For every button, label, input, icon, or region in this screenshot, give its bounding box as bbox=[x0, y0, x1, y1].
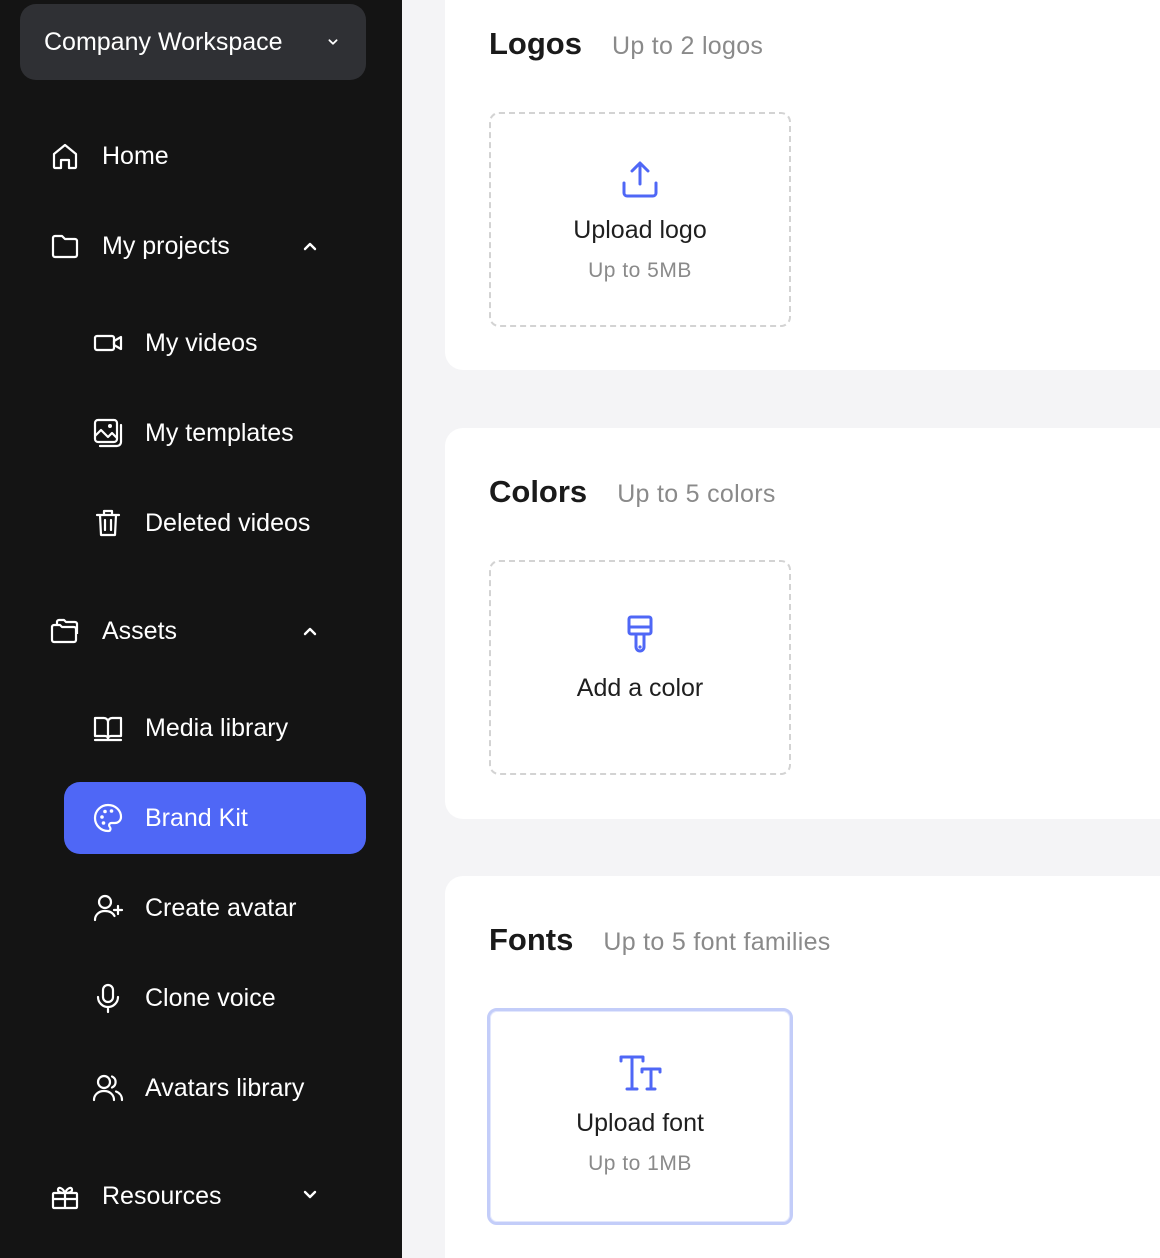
logos-title: Logos bbox=[489, 26, 582, 61]
nav-create-avatar-label: Create avatar bbox=[145, 893, 297, 922]
images-icon bbox=[91, 416, 125, 450]
gift-box-icon bbox=[48, 1179, 82, 1213]
book-icon bbox=[91, 711, 125, 745]
nav-clone-voice[interactable]: Clone voice bbox=[64, 962, 366, 1034]
nav-my-templates-label: My templates bbox=[145, 418, 294, 447]
fonts-title: Fonts bbox=[489, 922, 574, 957]
workspace-switcher[interactable]: Company Workspace bbox=[20, 4, 366, 80]
nav-home-label: Home bbox=[102, 141, 169, 170]
assets-folder-icon bbox=[48, 614, 82, 648]
home-icon bbox=[48, 139, 82, 173]
text-size-icon bbox=[618, 1051, 662, 1095]
colors-subtitle: Up to 5 colors bbox=[617, 480, 776, 508]
nav-brand-kit[interactable]: Brand Kit bbox=[64, 782, 366, 854]
colors-section: Colors Up to 5 colors Add a color bbox=[445, 428, 1160, 819]
workspace-name: Company Workspace bbox=[44, 27, 283, 56]
nav-create-avatar[interactable]: Create avatar bbox=[64, 872, 366, 944]
chevron-down-icon[interactable] bbox=[300, 1184, 320, 1204]
nav-brand-kit-label: Brand Kit bbox=[145, 803, 248, 832]
app: Company Workspace Home My projects My vi… bbox=[0, 0, 1160, 1258]
nav-my-templates[interactable]: My templates bbox=[64, 397, 366, 469]
nav-resources-label: Resources bbox=[102, 1181, 222, 1210]
video-camera-icon bbox=[91, 326, 125, 360]
fonts-section: Fonts Up to 5 font families Upload font … bbox=[445, 876, 1160, 1258]
upload-font-hint: Up to 1MB bbox=[588, 1152, 692, 1175]
add-color-label: Add a color bbox=[576, 674, 704, 702]
nav-my-videos[interactable]: My videos bbox=[64, 307, 366, 379]
palette-icon bbox=[91, 801, 125, 835]
nav-media-library-label: Media library bbox=[145, 713, 289, 742]
upload-font-label: Upload font bbox=[576, 1109, 704, 1137]
colors-header: Colors Up to 5 colors bbox=[489, 474, 776, 510]
nav-avatars-library[interactable]: Avatars library bbox=[64, 1052, 366, 1124]
nav-my-videos-label: My videos bbox=[145, 328, 258, 357]
folder-icon bbox=[48, 229, 82, 263]
nav-deleted-videos[interactable]: Deleted videos bbox=[64, 487, 366, 559]
upload-logo-dropzone[interactable]: Upload logo Up to 5MB bbox=[489, 112, 791, 327]
nav-resources[interactable]: Resources bbox=[48, 1171, 348, 1221]
nav-assets-label: Assets bbox=[102, 616, 178, 645]
colors-title: Colors bbox=[489, 474, 588, 509]
add-color-dropzone[interactable]: Add a color bbox=[489, 560, 791, 775]
sidebar: Company Workspace Home My projects My vi… bbox=[0, 0, 402, 1258]
upload-icon bbox=[618, 158, 662, 202]
user-plus-icon bbox=[91, 891, 125, 925]
nav-home[interactable]: Home bbox=[48, 131, 348, 181]
logos-header: Logos Up to 2 logos bbox=[489, 26, 763, 62]
upload-logo-label: Upload logo bbox=[573, 216, 707, 244]
chevron-up-icon[interactable] bbox=[300, 236, 320, 256]
nav-my-projects-label: My projects bbox=[102, 231, 230, 260]
nav-clone-voice-label: Clone voice bbox=[145, 983, 276, 1012]
upload-font-dropzone[interactable]: Upload font Up to 1MB bbox=[487, 1008, 793, 1225]
trash-icon bbox=[91, 506, 125, 540]
nav-avatars-library-label: Avatars library bbox=[145, 1073, 305, 1102]
nav-deleted-videos-label: Deleted videos bbox=[145, 508, 311, 537]
chevron-down-icon bbox=[324, 33, 342, 51]
logos-section: Logos Up to 2 logos Upload logo Up to 5M… bbox=[445, 0, 1160, 370]
logos-subtitle: Up to 2 logos bbox=[612, 32, 764, 60]
users-icon bbox=[91, 1071, 125, 1105]
fonts-header: Fonts Up to 5 font families bbox=[489, 922, 831, 958]
nav-my-projects[interactable]: My projects bbox=[48, 221, 348, 271]
paint-brush-icon bbox=[618, 614, 662, 658]
nav-media-library[interactable]: Media library bbox=[64, 692, 366, 764]
microphone-icon bbox=[91, 981, 125, 1015]
upload-logo-hint: Up to 5MB bbox=[588, 259, 692, 282]
fonts-subtitle: Up to 5 font families bbox=[603, 928, 831, 956]
chevron-up-icon[interactable] bbox=[300, 621, 320, 641]
nav-assets[interactable]: Assets bbox=[48, 606, 348, 656]
